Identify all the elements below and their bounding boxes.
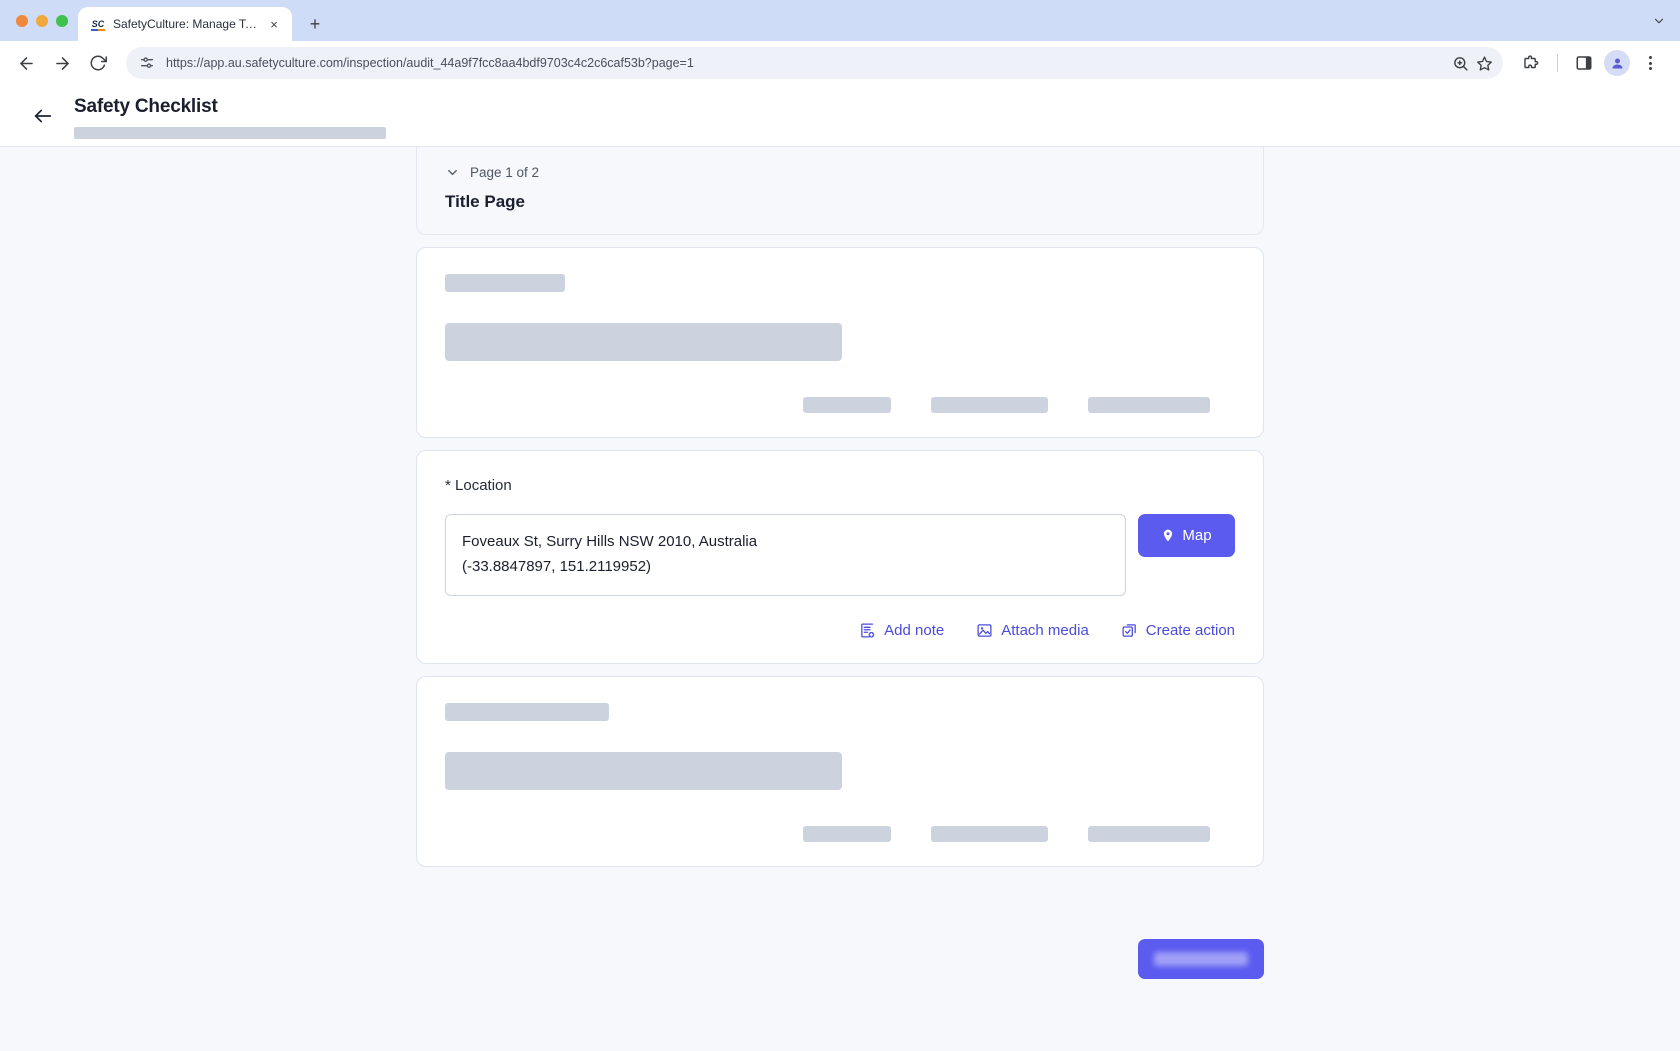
address-bar[interactable]: https://app.au.safetyculture.com/inspect… bbox=[126, 47, 1503, 79]
site-settings-icon[interactable] bbox=[138, 54, 156, 72]
action-skeleton-attach-media bbox=[931, 397, 1048, 413]
inspection-content: Page 1 of 2 Title Page * Location Foveau… bbox=[416, 147, 1264, 980]
safetyculture-favicon: SC bbox=[90, 16, 106, 32]
note-add-icon bbox=[859, 622, 876, 639]
side-panel-icon[interactable] bbox=[1568, 47, 1600, 79]
reload-icon[interactable] bbox=[82, 47, 114, 79]
page-section-header: Page 1 of 2 Title Page bbox=[416, 147, 1264, 235]
browser-window: SC SafetyCulture: Manage Teams and... × … bbox=[0, 0, 1680, 1051]
create-action-button[interactable]: Create action bbox=[1121, 622, 1235, 639]
attach-media-button[interactable]: Attach media bbox=[976, 622, 1089, 639]
window-traffic-lights bbox=[12, 0, 78, 41]
checkbox-copy-icon bbox=[1121, 622, 1138, 639]
create-action-label: Create action bbox=[1145, 622, 1235, 640]
question-card-loading-top bbox=[416, 247, 1264, 438]
profile-avatar[interactable] bbox=[1604, 50, 1630, 76]
map-button[interactable]: Map bbox=[1138, 514, 1235, 557]
action-skeleton-add-note bbox=[803, 397, 891, 413]
question-input-skeleton-2 bbox=[445, 752, 842, 791]
kebab-menu-icon[interactable] bbox=[1634, 47, 1666, 79]
map-button-label: Map bbox=[1182, 527, 1212, 544]
zoom-in-icon[interactable] bbox=[1451, 54, 1469, 72]
browser-tab-title: SafetyCulture: Manage Teams and... bbox=[113, 17, 259, 31]
browser-toolbar: https://app.au.safetyculture.com/inspect… bbox=[0, 41, 1680, 85]
question-label-skeleton-2 bbox=[445, 703, 609, 722]
maximize-window-button[interactable] bbox=[56, 14, 68, 27]
page-viewport: Safety Checklist Page 1 of 2 Title Page bbox=[0, 85, 1680, 1051]
page-indicator-row: Page 1 of 2 bbox=[445, 165, 1235, 180]
action-skeleton-create-action-2 bbox=[1088, 826, 1210, 843]
add-note-button[interactable]: Add note bbox=[859, 622, 944, 639]
action-skeleton-add-note-2 bbox=[803, 826, 891, 843]
close-window-button[interactable] bbox=[16, 14, 28, 27]
question-label-skeleton bbox=[445, 274, 565, 292]
image-icon bbox=[976, 622, 993, 639]
browser-tab[interactable]: SC SafetyCulture: Manage Teams and... × bbox=[78, 7, 292, 41]
page-indicator-label: Page 1 of 2 bbox=[470, 165, 540, 180]
page-name-label: Title Page bbox=[445, 192, 525, 211]
back-icon[interactable] bbox=[10, 47, 42, 79]
chevron-down-icon[interactable] bbox=[445, 165, 460, 180]
app-header-text: Safety Checklist bbox=[74, 85, 386, 139]
new-tab-button[interactable]: + bbox=[301, 10, 329, 38]
location-input[interactable] bbox=[445, 514, 1126, 597]
address-bar-url[interactable]: https://app.au.safetyculture.com/inspect… bbox=[166, 56, 1441, 70]
inspection-footer bbox=[416, 939, 1264, 980]
question-card-loading-bottom bbox=[416, 676, 1264, 868]
question-actions-skeleton-2 bbox=[445, 826, 1235, 843]
address-bar-right-icons bbox=[1451, 54, 1497, 72]
page-title: Safety Checklist bbox=[74, 96, 218, 117]
extensions-icon[interactable] bbox=[1515, 47, 1547, 79]
star-icon[interactable] bbox=[1475, 54, 1493, 72]
add-note-label: Add note bbox=[884, 622, 945, 640]
action-skeleton-attach-media-2 bbox=[931, 826, 1048, 843]
submit-button-label bbox=[1154, 952, 1248, 967]
submit-button[interactable] bbox=[1138, 939, 1264, 980]
location-field-row: Map bbox=[445, 514, 1235, 597]
location-field-label: * Location bbox=[445, 477, 512, 494]
toolbar-divider bbox=[1557, 54, 1558, 72]
location-question-card: * Location Map bbox=[416, 450, 1264, 665]
action-skeleton-create-action bbox=[1088, 397, 1210, 413]
browser-tab-strip: SC SafetyCulture: Manage Teams and... × … bbox=[0, 0, 1680, 41]
minimize-window-button[interactable] bbox=[36, 14, 48, 27]
app-header: Safety Checklist bbox=[0, 85, 1680, 147]
forward-icon[interactable] bbox=[46, 47, 78, 79]
map-pin-icon bbox=[1161, 527, 1175, 544]
question-input-skeleton bbox=[445, 323, 842, 361]
attach-media-label: Attach media bbox=[1001, 622, 1089, 640]
question-actions-skeleton bbox=[445, 397, 1235, 413]
tab-strip-right-controls bbox=[1652, 0, 1680, 41]
arrow-left-icon[interactable] bbox=[30, 85, 56, 147]
subtitle-skeleton bbox=[74, 127, 386, 139]
inspection-scroll-area[interactable]: Page 1 of 2 Title Page * Location Foveau… bbox=[0, 147, 1680, 1051]
close-tab-icon[interactable]: × bbox=[266, 16, 282, 32]
location-item-actions: Add note Attach media Create action bbox=[445, 622, 1235, 639]
tab-search-chevron-down-icon[interactable] bbox=[1652, 14, 1666, 28]
